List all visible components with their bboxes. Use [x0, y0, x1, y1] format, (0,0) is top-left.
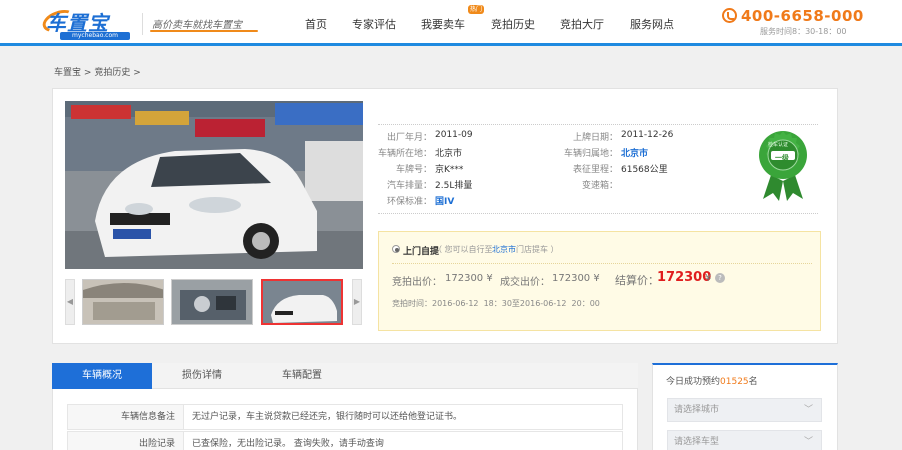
- bid-label: 竞拍出价：: [392, 277, 442, 288]
- value-registration-city: 北京市: [621, 149, 649, 159]
- label-manufacture-date: 出厂年月：: [386, 133, 432, 143]
- city-select-placeholder: 请选择城市: [674, 405, 720, 415]
- tab-vehicle-config[interactable]: 车辆配置: [252, 363, 352, 389]
- slogan-divider: [142, 13, 143, 35]
- thumbnail-engine[interactable]: [171, 279, 253, 325]
- pickup-radio[interactable]: [392, 245, 400, 253]
- thumbs-next-arrow[interactable]: ▶: [352, 279, 362, 325]
- model-select[interactable]: 请选择车型 ﹀: [667, 430, 822, 450]
- pickup-city[interactable]: 北京市: [492, 244, 516, 255]
- value-plate-number: 京K***: [435, 165, 464, 175]
- medal-grade-text: 一级: [775, 154, 789, 162]
- label-vehicle-location: 车辆所在地：: [377, 149, 432, 159]
- breadcrumb: 车置宝 > 竞拍历史 >: [54, 65, 141, 78]
- row-label-insurance: 出险记录: [68, 432, 184, 450]
- row-label-remarks: 车辆信息备注: [68, 405, 184, 429]
- table-row: 车辆信息备注 无过户记录，车主说贷款已经还完，银行随时可以还给他登记证书。: [67, 404, 623, 430]
- table-row: 出险记录 已查保险，无出险记录。 查询失败，请手动查询: [67, 431, 623, 450]
- deal-value: 172300 ¥: [552, 273, 600, 284]
- settle-value: 172300: [657, 270, 712, 285]
- phone-icon: [722, 8, 737, 23]
- settle-unit: ¥: [705, 273, 712, 284]
- breadcrumb-home[interactable]: 车置宝: [54, 68, 81, 78]
- medal-ring-text: 检车认证: [768, 142, 789, 148]
- value-displacement: 2.5L排量: [435, 181, 473, 191]
- label-displacement: 汽车排量：: [386, 181, 432, 191]
- logo-domain: mychebao.com: [60, 32, 130, 40]
- thumbnail-interior[interactable]: [82, 279, 164, 325]
- settle-label: 结算价：: [615, 274, 659, 287]
- label-transmission: 变速箱：: [581, 181, 618, 191]
- value-vehicle-location: 北京市: [435, 149, 463, 159]
- deal-label: 成交出价：: [500, 277, 550, 288]
- service-hours: 服务时间8：30-18：00: [760, 27, 847, 36]
- pickup-note-suffix: 门店提车 ）: [516, 245, 559, 254]
- thumbnail-front[interactable]: [261, 279, 343, 325]
- car-main-photo[interactable]: [65, 101, 363, 269]
- model-select-placeholder: 请选择车型: [674, 437, 720, 447]
- row-value-remarks: 无过户记录，车主说贷款已经还完，银行随时可以还给他登记证书。: [192, 412, 463, 422]
- label-plate-number: 车牌号：: [395, 165, 432, 175]
- nav-auction-history[interactable]: 竞拍历史: [491, 16, 535, 32]
- value-manufacture-date: 2011-09: [435, 130, 473, 140]
- offer-divider: [392, 263, 812, 264]
- label-mileage: 表征里程：: [572, 165, 618, 175]
- spec-divider-bottom: [378, 213, 818, 214]
- nav-sell-car[interactable]: 我要卖车: [421, 16, 465, 32]
- appointment-count-number: 01525: [720, 377, 749, 387]
- breadcrumb-separator: >: [83, 68, 92, 78]
- tab-damage-details[interactable]: 损伤详情: [152, 363, 252, 389]
- label-registration-date: 上牌日期：: [572, 133, 618, 143]
- value-emission-standard[interactable]: 国IV: [435, 194, 454, 207]
- nav-service-outlets[interactable]: 服务网点: [630, 16, 674, 32]
- row-value-insurance: 已查保险，无出险记录。 查询失败，请手动查询: [192, 439, 384, 449]
- bid-value: 172300 ¥: [445, 273, 493, 284]
- appointment-count: 今日成功预约01525名: [666, 374, 758, 387]
- slogan-underline: [150, 30, 258, 32]
- spec-divider-top: [378, 124, 818, 125]
- help-icon[interactable]: ?: [715, 273, 725, 283]
- slogan: 高价卖车就找车置宝: [152, 20, 242, 31]
- chevron-down-icon: ﹀: [803, 405, 813, 415]
- nav-home[interactable]: 首页: [305, 16, 327, 32]
- pickup-note-prefix: （ 您可以自行至: [434, 245, 493, 254]
- breadcrumb-separator: >: [133, 68, 141, 78]
- inspection-grade-medal-icon: [757, 129, 809, 201]
- nav-auction-hall[interactable]: 竞拍大厅: [560, 16, 604, 32]
- value-mileage: 61568公里: [621, 165, 668, 175]
- appointment-count-prefix: 今日成功预约: [666, 377, 721, 387]
- site-logo[interactable]: 车置宝 mychebao.com: [39, 5, 138, 41]
- car-photo-image: [65, 101, 363, 269]
- auction-time-value: 2016-06-12 18：30至2016-06-12 20：00: [432, 299, 600, 308]
- chevron-down-icon: ﹀: [803, 437, 813, 447]
- nav-hot-badge: 热门: [468, 5, 485, 14]
- label-emission-standard: 环保标准：: [386, 197, 432, 207]
- nav-expert-evaluation[interactable]: 专家评估: [352, 16, 396, 32]
- thumbs-prev-arrow[interactable]: ◀: [65, 279, 75, 325]
- auction-time-label: 竞拍时间：: [392, 299, 432, 308]
- city-select[interactable]: 请选择城市 ﹀: [667, 398, 822, 422]
- tab-vehicle-overview[interactable]: 车辆概况: [52, 363, 152, 389]
- value-registration-date: 2011-12-26: [621, 130, 674, 140]
- breadcrumb-auction-history[interactable]: 竞拍历史: [94, 68, 130, 78]
- label-registration-city: 车辆归属地：: [563, 149, 618, 159]
- appointment-count-suffix: 名: [748, 377, 758, 387]
- hotline-number[interactable]: 400-6658-000: [741, 7, 864, 25]
